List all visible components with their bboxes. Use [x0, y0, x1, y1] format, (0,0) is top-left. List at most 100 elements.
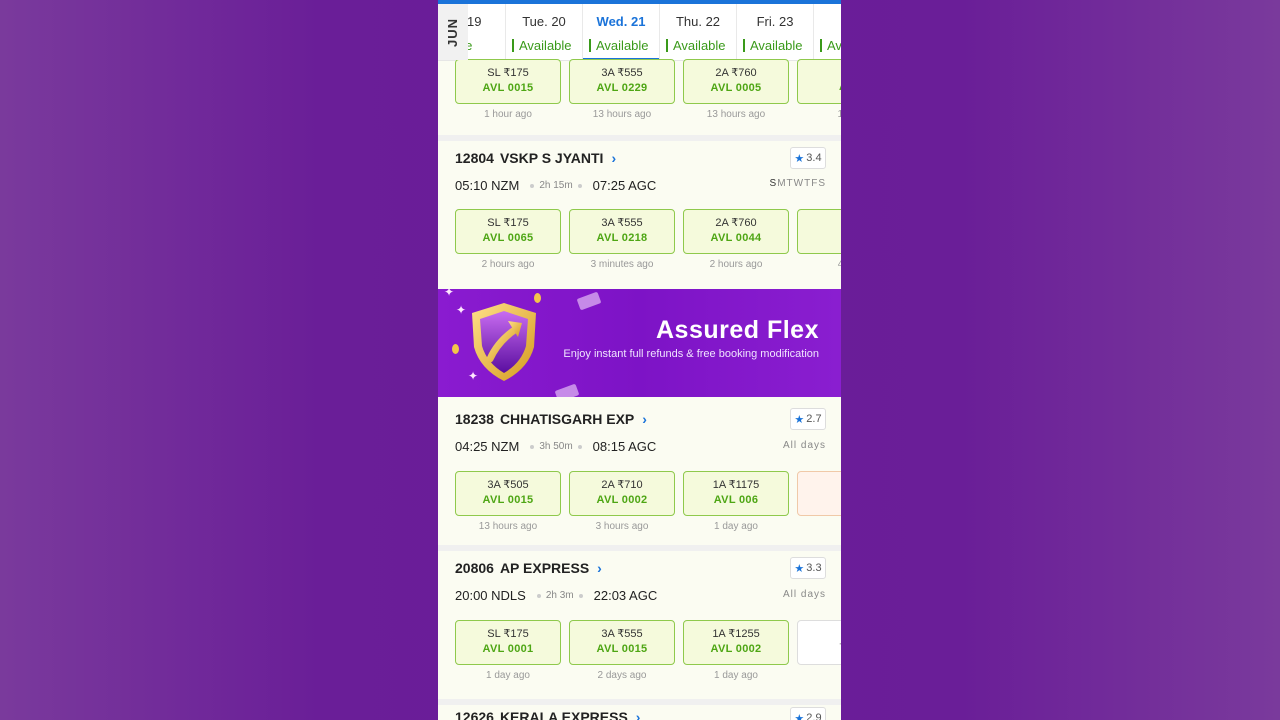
- star-icon: ★: [794, 152, 805, 165]
- class-status: Tap t: [798, 642, 841, 652]
- class-box[interactable]: SL ₹175 AVL 0065: [455, 209, 561, 254]
- class-status: AVL 0015: [482, 494, 534, 506]
- class-box[interactable]: 1A ₹1175 AVL 006: [683, 471, 789, 516]
- date-tab[interactable]: Fri. 23 Available: [737, 4, 814, 60]
- class-box[interactable]: 2A ₹760 AVL 0005: [683, 59, 789, 104]
- class-box[interactable]: 2A ₹710 AVL 0002: [569, 471, 675, 516]
- departure-time: 04:25 NZM: [455, 439, 520, 454]
- updated-time: 13 hours ago: [706, 109, 766, 120]
- class-box[interactable]: 3A ₹555 AVL 0229: [569, 59, 675, 104]
- date-availability: Available: [737, 38, 813, 53]
- class-status: AVL 0005: [710, 82, 762, 94]
- class-option[interactable]: 2A ₹760 AVL 0005 13 hours ago: [683, 59, 789, 120]
- class-list: SL ₹175 AVL 0001 1 day ago 3A ₹555 AVL 0…: [455, 620, 841, 681]
- class-price: 2A ₹760: [715, 67, 757, 79]
- updated-time: 1 d: [797, 521, 841, 532]
- class-list: 3A ₹505 AVL 0015 13 hours ago 2A ₹710 AV…: [455, 471, 841, 532]
- class-option[interactable]: SL WL 1 d: [797, 471, 841, 532]
- rating-badge: ★ 2.7: [790, 408, 826, 430]
- class-price: SL ₹175: [487, 67, 529, 79]
- rating-value: 2.9: [806, 712, 822, 720]
- class-option[interactable]: 3A ₹555 AVL 0015 2 days ago: [569, 620, 675, 681]
- class-price: 1A: [798, 216, 841, 228]
- running-days: All days: [782, 589, 826, 600]
- class-option[interactable]: 3A ₹555 AVL 0218 3 minutes ago: [569, 209, 675, 270]
- duration: 2h 15m: [525, 180, 586, 191]
- class-option[interactable]: 2A Tap t: [797, 620, 841, 681]
- train-title[interactable]: 18238 CHHATISGARH EXP ›: [455, 411, 647, 427]
- class-box[interactable]: SL ₹175 AVL 0001: [455, 620, 561, 665]
- class-option[interactable]: 3A ₹505 AVL 0015 13 hours ago: [455, 471, 561, 532]
- train-title[interactable]: 20806 AP EXPRESS ›: [455, 560, 602, 576]
- updated-time: 1 day ago: [714, 670, 758, 681]
- class-box[interactable]: 2A ₹760 AVL 0044: [683, 209, 789, 254]
- day-letter: W: [793, 178, 805, 189]
- date-availability: Available: [660, 38, 736, 53]
- date-tab-selected[interactable]: Wed. 21 Available: [583, 4, 660, 60]
- class-option[interactable]: SL ₹175 AVL 0065 2 hours ago: [455, 209, 561, 270]
- timeline-dot: [577, 444, 582, 449]
- class-option[interactable]: 1A ₹1175 AVL 006 1 day ago: [683, 471, 789, 532]
- timeline-dot: [577, 183, 582, 188]
- class-option[interactable]: 2A ₹760 AVL 0044 2 hours ago: [683, 209, 789, 270]
- class-box[interactable]: SL ₹175 AVL 0015: [455, 59, 561, 104]
- date-tab[interactable]: Tue. 20 Available: [506, 4, 583, 60]
- journey-times: 04:25 NZM 3h 50m 08:15 AGC: [455, 439, 656, 454]
- date-tab[interactable]: Thu. 22 Available: [660, 4, 737, 60]
- journey-times: 20:00 NDLS 2h 3m 22:03 AGC: [455, 588, 657, 603]
- day-letter: T: [786, 178, 794, 189]
- class-box[interactable]: 3A ₹555 AVL 0218: [569, 209, 675, 254]
- date-label: Wed. 21: [596, 14, 646, 29]
- class-status: AVL 0015: [482, 82, 534, 94]
- class-option[interactable]: 1A ₹1255 AVL 0002 1 day ago: [683, 620, 789, 681]
- rating-value: 2.7: [806, 413, 822, 425]
- class-option[interactable]: SL ₹175 AVL 0001 1 day ago: [455, 620, 561, 681]
- class-price: 2A ₹710: [601, 479, 643, 491]
- train-number: 20806: [455, 560, 494, 576]
- class-box[interactable]: 1A ₹1255 AVL 0002: [683, 620, 789, 665]
- class-price: SL ₹175: [487, 217, 529, 229]
- train-card[interactable]: 20806 AP EXPRESS › ★ 3.3 20:00 NDLS 2h 3m 2…: [438, 551, 841, 699]
- updated-time: 3 minutes ago: [590, 259, 654, 270]
- rating-value: 3.4: [806, 152, 822, 164]
- timeline-dot: [530, 183, 535, 188]
- updated-time: 2 days ago: [597, 670, 647, 681]
- class-option[interactable]: 1A AVL 13 ho: [797, 59, 841, 120]
- class-price: 1A: [798, 66, 841, 78]
- updated-time: 4 min: [837, 259, 841, 270]
- class-option[interactable]: 3A ₹555 AVL 0229 13 hours ago: [569, 59, 675, 120]
- arrival-time: 07:25 AGC: [592, 178, 657, 193]
- train-card[interactable]: 18238 CHHATISGARH EXP › ★ 2.7 04:25 NZM 3h …: [438, 397, 841, 545]
- train-card[interactable]: 12626 KERALA EXPRESS › ★ 2.9: [438, 705, 841, 720]
- class-status: AVL 0002: [710, 643, 762, 655]
- class-box[interactable]: 2A Tap t: [797, 620, 841, 665]
- class-option[interactable]: SL ₹175 AVL 0015 1 hour ago: [455, 59, 561, 120]
- star-icon: ★: [794, 562, 805, 575]
- train-number: 12626: [455, 709, 494, 720]
- train-card[interactable]: 12804 VSKP S JYANTI › ★ 3.4 05:10 NZM 2h 15…: [438, 141, 841, 289]
- rating-badge: ★ 3.4: [790, 147, 826, 169]
- duration-text: 3h 50m: [539, 441, 573, 452]
- class-price: 2A: [798, 627, 841, 639]
- class-option[interactable]: 2A ₹710 AVL 0002 3 hours ago: [569, 471, 675, 532]
- rating-value: 3.3: [806, 562, 822, 574]
- class-status: AVL 0065: [482, 232, 534, 244]
- class-box[interactable]: 1A AVL: [797, 59, 841, 104]
- assured-flex-banner[interactable]: ✦ ✦ ✦ Assured Flex Enjoy instant full re…: [438, 289, 841, 397]
- class-box[interactable]: 3A ₹555 AVL 0015: [569, 620, 675, 665]
- class-box[interactable]: 3A ₹505 AVL 0015: [455, 471, 561, 516]
- arrival-time: 22:03 AGC: [593, 588, 658, 603]
- class-box[interactable]: 1A AV: [797, 209, 841, 254]
- train-title[interactable]: 12804 VSKP S JYANTI ›: [455, 150, 616, 166]
- train-title[interactable]: 12626 KERALA EXPRESS ›: [455, 709, 640, 720]
- class-option[interactable]: 1A AV 4 min: [797, 209, 841, 270]
- arrival-time: 08:15 AGC: [592, 439, 657, 454]
- train-card[interactable]: SL ₹175 AVL 0015 1 hour ago 3A ₹555 AVL …: [438, 59, 841, 135]
- class-box[interactable]: SL WL: [797, 471, 841, 516]
- star-icon: ★: [794, 413, 805, 426]
- date-tab[interactable]: Sa Av: [814, 4, 841, 60]
- class-status: AVL 006: [713, 494, 759, 506]
- phone-screen: JUN n. 19 ilable Tue. 20 Available Wed. …: [438, 0, 841, 720]
- train-name: KERALA EXPRESS: [499, 709, 628, 720]
- duration-text: 2h 15m: [539, 180, 573, 191]
